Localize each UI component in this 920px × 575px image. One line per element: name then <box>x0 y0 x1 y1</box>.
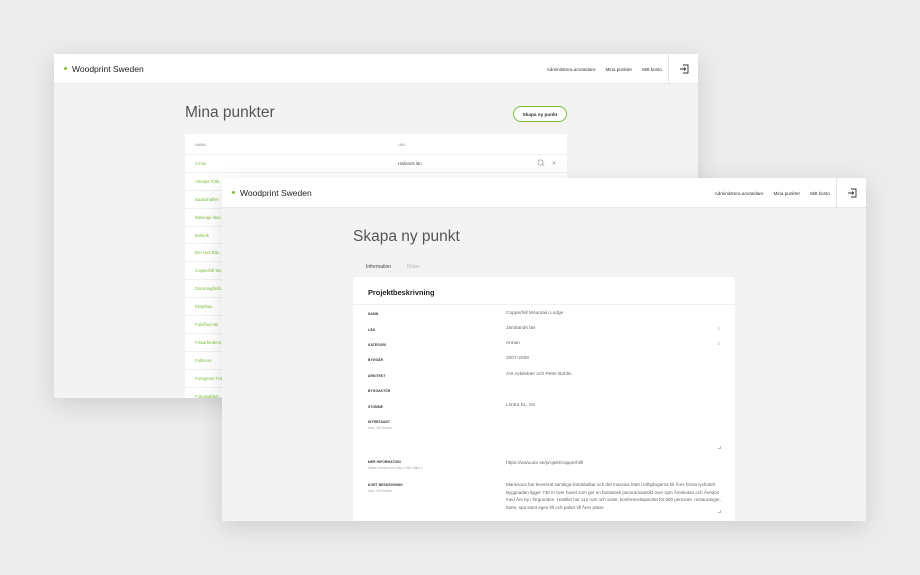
point-name-link[interactable]: Alnarps Träh… <box>195 179 224 184</box>
nav-admin-users[interactable]: Administrera användare <box>715 191 764 196</box>
logout-icon <box>679 64 688 74</box>
point-lan: Hallands län <box>398 161 422 166</box>
hint-interesting: Max. 300 tecken <box>368 426 393 430</box>
form-window: Woodprint Sweden Administrera användare … <box>222 178 866 521</box>
section-title: Projektbeskrivning <box>368 288 435 297</box>
hint-short-description: Max. 300 tecken <box>368 489 393 493</box>
top-bar: Woodprint Sweden Administrera användare … <box>54 54 698 84</box>
textarea-resize-icon[interactable] <box>718 446 721 449</box>
table-row[interactable]: A-hus Hallands län <box>185 154 567 172</box>
point-name-link[interactable]: Blekinge läns… <box>195 215 225 220</box>
label-interesting: INTRESSANT <box>368 420 391 424</box>
divider <box>353 304 735 305</box>
architect-input[interactable]: AIX Arkitekter och Peter Bohlin <box>506 372 572 377</box>
point-name-link[interactable]: Eksjöhus <box>195 304 212 309</box>
brand-logo[interactable]: Woodprint Sweden <box>240 188 312 198</box>
point-name-link[interactable]: Falufhus AB <box>195 322 218 327</box>
nav-admin-users[interactable]: Administrera användare <box>547 67 596 72</box>
row-actions <box>537 159 557 167</box>
point-name-link[interactable]: A-hus <box>195 161 206 166</box>
label-build-year: BYGGÅR <box>368 358 384 362</box>
point-name-link[interactable]: Dammegårds… <box>195 286 225 291</box>
logout-button[interactable] <box>836 178 866 208</box>
label-short-description: KORT BESKRIVNING <box>368 483 403 487</box>
nav-my-account[interactable]: Mitt konto <box>810 191 830 196</box>
build-year-input[interactable]: 2007-2008 <box>506 356 529 361</box>
nav-my-points[interactable]: Mina punkter <box>606 67 633 72</box>
column-header-name[interactable]: NAMN <box>195 143 206 147</box>
label-lan: LÄN <box>368 328 376 332</box>
name-input[interactable]: Copperhill Mountain Lodge <box>506 311 563 316</box>
project-form: Projektbeskrivning NAMN Copperhill Mount… <box>353 277 735 521</box>
page-title: Skapa ny punkt <box>353 228 460 245</box>
select-arrows-icon[interactable]: ⇕ <box>717 341 720 346</box>
edit-icon[interactable] <box>537 159 545 167</box>
delete-icon[interactable] <box>551 160 557 166</box>
label-name: NAMN <box>368 312 379 316</box>
label-architect: ARKITEKT <box>368 374 386 378</box>
point-name-link[interactable]: Fullmore <box>195 358 212 363</box>
category-select[interactable]: Annan <box>506 341 520 346</box>
short-description-textarea[interactable]: Marinsons har levererat samtliga limträb… <box>506 481 721 512</box>
nav-my-account[interactable]: Mitt konto <box>642 67 662 72</box>
more-info-input[interactable]: https://www.aix.se/projekt/copperhill/ <box>506 461 583 466</box>
label-category: KATEGORI <box>368 343 386 347</box>
lan-select[interactable]: Jämtlands län <box>506 326 536 331</box>
column-header-lan[interactable]: LÄN <box>398 143 405 147</box>
label-more-info: MER INFORMATION <box>368 460 401 464</box>
brand-dot-icon <box>64 67 67 70</box>
brand-logo[interactable]: Woodprint Sweden <box>72 64 144 74</box>
tab-information[interactable]: Information <box>358 261 400 278</box>
main-nav: Administrera användare Mina punkter Mitt… <box>715 178 830 208</box>
point-name-link[interactable]: Bro Hus Bäc… <box>195 250 223 255</box>
nav-my-points[interactable]: Mina punkter <box>774 191 801 196</box>
page-title: Mina punkter <box>185 104 275 121</box>
select-arrows-icon[interactable]: ⇕ <box>717 326 720 331</box>
textarea-resize-icon[interactable] <box>718 510 721 513</box>
logout-button[interactable] <box>668 54 698 84</box>
logout-icon <box>847 188 856 198</box>
point-name-link[interactable]: Fotoskafdett… <box>195 394 223 398</box>
point-name-link[interactable]: Badanhallen <box>195 197 219 202</box>
frame-input[interactable]: Limtra KL, trä <box>506 403 535 408</box>
top-bar: Woodprint Sweden Administrera användare … <box>222 178 866 208</box>
label-builder: BYGGAKTÖR <box>368 389 391 393</box>
tab-bar: Information Bilder <box>358 261 428 278</box>
point-name-link[interactable]: Bokliok <box>195 233 209 238</box>
create-point-button[interactable]: Skapa ny punkt <box>513 106 567 122</box>
label-frame: STOMME <box>368 405 384 409</box>
hint-more-info: Måste inledas med http:// eller https:// <box>368 466 423 470</box>
main-nav: Administrera användare Mina punkter Mitt… <box>547 54 662 84</box>
point-name-link[interactable]: Fiskarhedens… <box>195 340 225 345</box>
brand-dot-icon <box>232 191 235 194</box>
tab-images[interactable]: Bilder <box>399 261 428 278</box>
